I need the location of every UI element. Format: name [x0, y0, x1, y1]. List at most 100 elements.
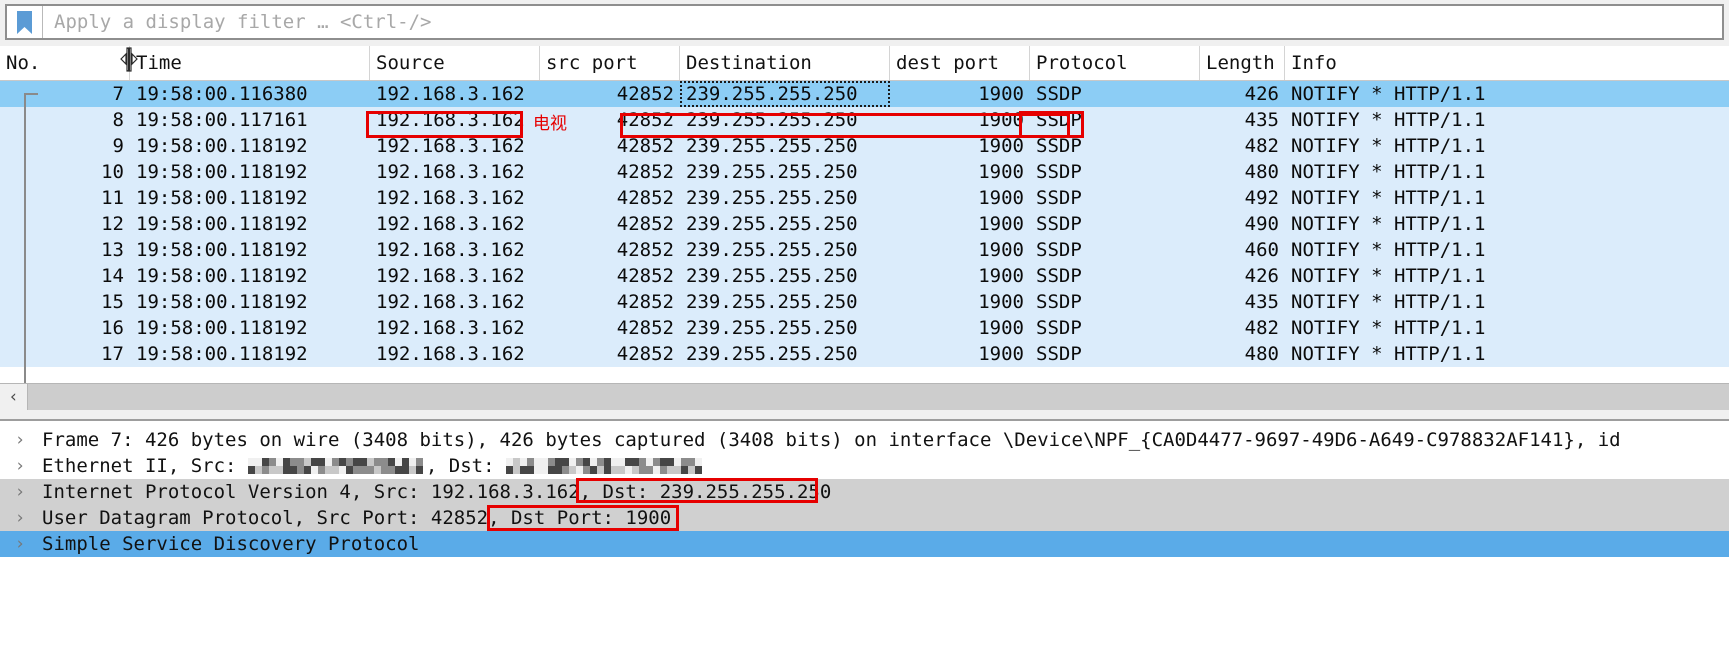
packet-row[interactable]: 14 19:58:00.118192 192.168.3.162 42852 239.2… — [0, 263, 1729, 289]
cell-source[interactable]: 192.168.3.162 — [370, 289, 540, 315]
cell-length[interactable]: 480 — [1200, 341, 1285, 367]
cell-dest-port[interactable]: 1900 — [890, 159, 1030, 185]
packet-row[interactable]: 17 19:58:00.118192 192.168.3.162 42852 239.2… — [0, 341, 1729, 367]
cell-no[interactable]: 12 — [0, 211, 130, 237]
cell-source[interactable]: 192.168.3.162 — [370, 237, 540, 263]
cell-time[interactable]: 19:58:00.118192 — [130, 159, 370, 185]
cell-info[interactable]: NOTIFY * HTTP/1.1 — [1285, 107, 1729, 133]
cell-info[interactable]: NOTIFY * HTTP/1.1 — [1285, 341, 1729, 367]
cell-length[interactable]: 426 — [1200, 263, 1285, 289]
chevron-right-icon[interactable]: › — [0, 430, 40, 450]
cell-source[interactable]: 192.168.3.162 — [370, 185, 540, 211]
cell-protocol[interactable]: SSDP — [1030, 185, 1200, 211]
cell-no[interactable]: 11 — [0, 185, 130, 211]
cell-info[interactable]: NOTIFY * HTTP/1.1 — [1285, 237, 1729, 263]
cell-length[interactable]: 480 — [1200, 159, 1285, 185]
detail-row[interactable]: › Simple Service Discovery Protocol — [0, 531, 1729, 557]
column-header-src-port[interactable]: src port — [540, 46, 680, 80]
cell-dest-port[interactable]: 1900 — [890, 185, 1030, 211]
cell-protocol[interactable]: SSDP — [1030, 341, 1200, 367]
cell-source[interactable]: 192.168.3.162 — [370, 81, 540, 107]
cell-time[interactable]: 19:58:00.116380 — [130, 81, 370, 107]
cell-src-port[interactable]: 42852 — [540, 159, 680, 185]
cell-destination[interactable]: 239.255.255.250 — [680, 315, 890, 341]
cell-length[interactable]: 482 — [1200, 315, 1285, 341]
cell-destination[interactable]: 239.255.255.250 — [680, 211, 890, 237]
column-header-dest-port[interactable]: dest port — [890, 46, 1030, 80]
cell-dest-port[interactable]: 1900 — [890, 315, 1030, 341]
cell-protocol[interactable]: SSDP — [1030, 107, 1200, 133]
cell-dest-port[interactable]: 1900 — [890, 341, 1030, 367]
cell-destination[interactable]: 239.255.255.250 — [680, 289, 890, 315]
cell-destination[interactable]: 239.255.255.250 — [680, 81, 890, 107]
chevron-right-icon[interactable]: › — [0, 456, 40, 476]
cell-protocol[interactable]: SSDP — [1030, 159, 1200, 185]
cell-source[interactable]: 192.168.3.162 — [370, 315, 540, 341]
chevron-right-icon[interactable]: › — [0, 482, 40, 502]
cell-source[interactable]: 192.168.3.162 — [370, 263, 540, 289]
packet-row[interactable]: 16 19:58:00.118192 192.168.3.162 42852 239.2… — [0, 315, 1729, 341]
cell-dest-port[interactable]: 1900 — [890, 237, 1030, 263]
cell-no[interactable]: 10 — [0, 159, 130, 185]
cell-source[interactable]: 192.168.3.162 — [370, 133, 540, 159]
cell-dest-port[interactable]: 1900 — [890, 211, 1030, 237]
cell-src-port[interactable]: 42852 — [540, 289, 680, 315]
packet-list-horizontal-scrollbar[interactable]: ‹ — [0, 383, 1729, 410]
scrollbar-track[interactable] — [28, 383, 1729, 410]
cell-time[interactable]: 19:58:00.118192 — [130, 341, 370, 367]
cell-dest-port[interactable]: 1900 — [890, 81, 1030, 107]
cell-length[interactable]: 435 — [1200, 289, 1285, 315]
cell-info[interactable]: NOTIFY * HTTP/1.1 — [1285, 263, 1729, 289]
cell-destination[interactable]: 239.255.255.250 — [680, 133, 890, 159]
cell-protocol[interactable]: SSDP — [1030, 211, 1200, 237]
cell-destination[interactable]: 239.255.255.250 — [680, 237, 890, 263]
cell-protocol[interactable]: SSDP — [1030, 81, 1200, 107]
cell-src-port[interactable]: 42852 — [540, 341, 680, 367]
cell-no[interactable]: 9 — [0, 133, 130, 159]
cell-dest-port[interactable]: 1900 — [890, 133, 1030, 159]
column-header-length[interactable]: Length — [1200, 46, 1285, 80]
cell-src-port[interactable]: 42852 — [540, 237, 680, 263]
cell-no[interactable]: 17 — [0, 341, 130, 367]
cell-dest-port[interactable]: 1900 — [890, 289, 1030, 315]
cell-source[interactable]: 192.168.3.162 — [370, 341, 540, 367]
column-header-destination[interactable]: Destination — [680, 46, 890, 80]
cell-protocol[interactable]: SSDP — [1030, 315, 1200, 341]
cell-no[interactable]: 7 — [0, 81, 130, 107]
detail-row[interactable]: › Internet Protocol Version 4, Src: 192.1… — [0, 479, 1729, 505]
packet-list-body[interactable]: 7 19:58:00.116380 192.168.3.162 42852 239.25… — [0, 81, 1729, 409]
cell-time[interactable]: 19:58:00.118192 — [130, 237, 370, 263]
cell-src-port[interactable]: 42852 — [540, 107, 680, 133]
cell-length[interactable]: 460 — [1200, 237, 1285, 263]
cell-protocol[interactable]: SSDP — [1030, 237, 1200, 263]
cell-destination[interactable]: 239.255.255.250 — [680, 107, 890, 133]
packet-row[interactable]: 15 19:58:00.118192 192.168.3.162 42852 239.2… — [0, 289, 1729, 315]
cell-length[interactable]: 426 — [1200, 81, 1285, 107]
cell-destination[interactable]: 239.255.255.250 — [680, 341, 890, 367]
packet-row[interactable]: 8 19:58:00.117161 192.168.3.162 42852 239.25… — [0, 107, 1729, 133]
packet-row[interactable]: 10 19:58:00.118192 192.168.3.162 42852 239.2… — [0, 159, 1729, 185]
column-header-no[interactable]: No. — [0, 46, 130, 80]
cell-time[interactable]: 19:58:00.118192 — [130, 211, 370, 237]
cell-time[interactable]: 19:58:00.118192 — [130, 289, 370, 315]
packet-row[interactable]: 9 19:58:00.118192 192.168.3.162 42852 239.25… — [0, 133, 1729, 159]
cell-destination[interactable]: 239.255.255.250 — [680, 263, 890, 289]
cell-length[interactable]: 490 — [1200, 211, 1285, 237]
cell-source[interactable]: 192.168.3.162 — [370, 107, 540, 133]
cell-info[interactable]: NOTIFY * HTTP/1.1 — [1285, 81, 1729, 107]
detail-row[interactable]: › Frame 7: 426 bytes on wire (3408 bits),… — [0, 427, 1729, 453]
cell-info[interactable]: NOTIFY * HTTP/1.1 — [1285, 211, 1729, 237]
cell-src-port[interactable]: 42852 — [540, 315, 680, 341]
cell-src-port[interactable]: 42852 — [540, 185, 680, 211]
cell-no[interactable]: 15 — [0, 289, 130, 315]
cell-time[interactable]: 19:58:00.118192 — [130, 185, 370, 211]
cell-time[interactable]: 19:58:00.118192 — [130, 315, 370, 341]
cell-time[interactable]: 19:58:00.118192 — [130, 263, 370, 289]
cell-dest-port[interactable]: 1900 — [890, 263, 1030, 289]
cell-length[interactable]: 482 — [1200, 133, 1285, 159]
cell-destination[interactable]: 239.255.255.250 — [680, 159, 890, 185]
cell-src-port[interactable]: 42852 — [540, 133, 680, 159]
filter-bookmark-button[interactable] — [7, 6, 43, 38]
cell-info[interactable]: NOTIFY * HTTP/1.1 — [1285, 133, 1729, 159]
display-filter-input[interactable] — [43, 6, 1722, 38]
